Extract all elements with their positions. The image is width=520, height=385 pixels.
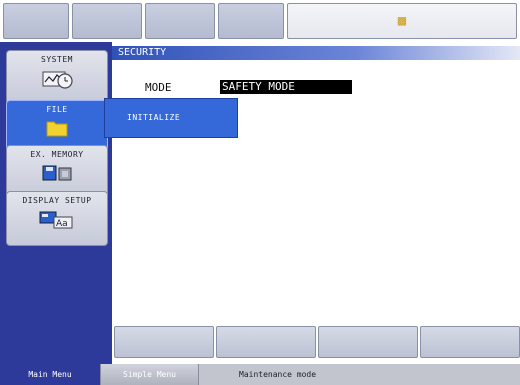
disk-memory-icon bbox=[42, 165, 72, 181]
function-button-2[interactable] bbox=[216, 326, 316, 358]
network-status-icon: ▩ bbox=[397, 13, 407, 29]
menu-item-initialize[interactable]: INITIALIZE bbox=[111, 105, 247, 131]
folder-icon bbox=[46, 121, 68, 137]
function-button-4[interactable] bbox=[420, 326, 520, 358]
gauge-clock-icon bbox=[42, 71, 73, 89]
page-title: SECURITY bbox=[112, 46, 520, 60]
toolbar-status-area[interactable]: ▩ bbox=[287, 3, 517, 39]
sidebar-item-label: EX. MEMORY bbox=[30, 150, 84, 159]
svg-text:Aa: Aa bbox=[56, 219, 68, 229]
mode-status-text: Maintenance mode bbox=[198, 364, 520, 385]
simple-menu-button[interactable]: Simple Menu bbox=[100, 364, 198, 385]
display-font-icon: Aa bbox=[39, 211, 73, 229]
file-submenu: INITIALIZE bbox=[104, 98, 238, 138]
status-bar: Main Menu Simple Menu Maintenance mode bbox=[0, 364, 520, 385]
bottom-function-bar bbox=[112, 324, 520, 364]
toolbar-button-1[interactable] bbox=[3, 3, 69, 39]
sidebar-item-label: DISPLAY SETUP bbox=[22, 196, 92, 205]
sidebar-item-system[interactable]: SYSTEM bbox=[6, 50, 108, 105]
toolbar-button-4[interactable] bbox=[218, 3, 284, 39]
sidebar-item-display-setup[interactable]: DISPLAY SETUP Aa bbox=[6, 191, 108, 246]
mode-label: MODE bbox=[145, 81, 172, 94]
mode-value-field[interactable]: SAFETY MODE bbox=[220, 80, 352, 94]
sidebar-item-label: SYSTEM bbox=[41, 55, 73, 64]
main-content: SECURITY MODE SAFETY MODE bbox=[112, 42, 520, 324]
top-toolbar: ▩ bbox=[0, 0, 520, 42]
main-menu-button[interactable]: Main Menu bbox=[0, 364, 100, 385]
toolbar-button-2[interactable] bbox=[72, 3, 142, 39]
function-button-3[interactable] bbox=[318, 326, 418, 358]
sidebar-item-label: FILE bbox=[46, 105, 68, 114]
main-menu-sidebar: SYSTEM FILE EX. MEMORY DISPLAY SETUP Aa bbox=[0, 42, 112, 364]
function-button-1[interactable] bbox=[114, 326, 214, 358]
toolbar-button-3[interactable] bbox=[145, 3, 215, 39]
